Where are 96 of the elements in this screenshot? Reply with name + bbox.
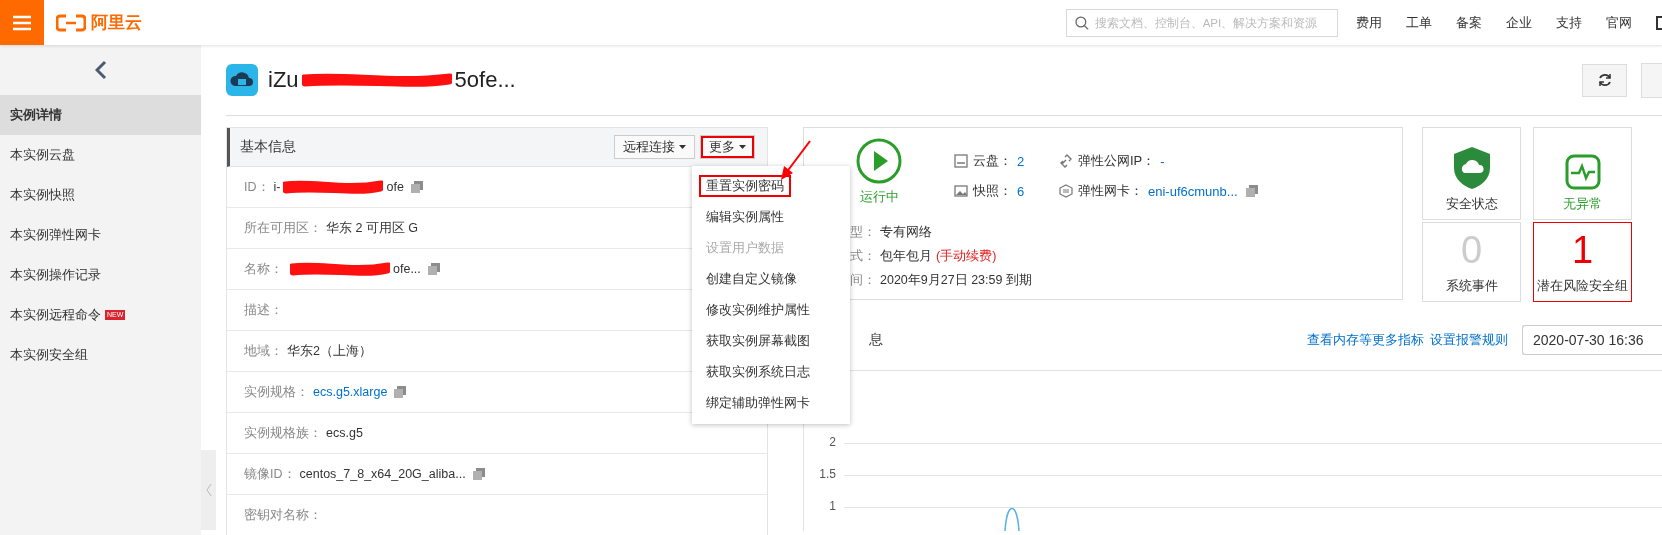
- field-label: 型：: [850, 224, 876, 241]
- status-text: 运行中: [859, 188, 899, 206]
- count-value: 1: [1571, 228, 1594, 272]
- date-field[interactable]: 2020-07-30 16:36: [1522, 325, 1662, 355]
- status-tile[interactable]: 安全状态: [1422, 127, 1521, 220]
- copy-icon[interactable]: [427, 263, 440, 275]
- refresh-icon: [1597, 73, 1612, 87]
- pulse-icon: [1564, 154, 1601, 190]
- sidebar-item[interactable]: 本实例弹性网卡: [0, 215, 201, 255]
- status-tile[interactable]: 1 潜在风险安全组: [1533, 222, 1632, 302]
- dropdown-button[interactable]: 更多: [700, 135, 755, 159]
- renewal-note: (手动续费): [936, 248, 997, 265]
- nav-link[interactable]: 备案: [1456, 13, 1506, 32]
- text-link[interactable]: 设置报警规则: [1430, 331, 1508, 349]
- menu-item[interactable]: 绑定辅助弹性网卡: [692, 388, 850, 419]
- back-icon[interactable]: [94, 60, 107, 80]
- text-link[interactable]: 查看内存等更多指标: [1307, 331, 1424, 349]
- dropdown-button[interactable]: 远程连接: [614, 135, 695, 159]
- field-label: 地域：: [244, 342, 283, 360]
- nav-link[interactable]: 工单: [1406, 13, 1456, 32]
- cloud-server-icon: [226, 64, 258, 96]
- field-value: 专有网络: [880, 224, 932, 241]
- stat-value[interactable]: 6: [1017, 183, 1025, 199]
- field-value: 包年包月: [880, 248, 932, 265]
- stat-value[interactable]: eni-uf6cmunb...: [1148, 183, 1238, 199]
- field-label: ID：: [244, 178, 270, 196]
- field-label: 间：: [850, 272, 876, 289]
- sidebar-item[interactable]: 本实例操作记录: [0, 255, 201, 295]
- search-field[interactable]: 搜索文档、控制台、API、解决方案和资源: [1066, 8, 1338, 37]
- tile-label: 潜在风险安全组: [1537, 278, 1628, 295]
- section-title: 基本信息: [240, 138, 296, 156]
- caret-icon: [679, 145, 686, 149]
- chevron-left-icon: [205, 483, 212, 497]
- nav-link[interactable]: 官网: [1606, 13, 1656, 32]
- sidebar-item[interactable]: 本实例云盘: [0, 135, 201, 175]
- tile-label: 安全状态: [1445, 196, 1498, 213]
- stat-value[interactable]: -: [1160, 153, 1165, 169]
- axis-tick: 1.5: [818, 467, 836, 481]
- collapse-handle[interactable]: [201, 450, 216, 530]
- search-icon: [1075, 15, 1089, 30]
- menu-item[interactable]: 获取实例屏幕截图: [692, 326, 850, 357]
- field-label: 描述：: [244, 301, 283, 319]
- field-label: 式：: [850, 248, 876, 265]
- field-value: 华东2（上海）: [287, 342, 372, 360]
- menu-icon: [13, 14, 31, 31]
- field-value: ofe...: [287, 261, 421, 277]
- logo-icon: [56, 13, 86, 32]
- field-label: 所在可用区：: [244, 219, 322, 237]
- stat-label: 快照：: [973, 182, 1012, 200]
- tile-label: 无异常: [1563, 196, 1602, 213]
- nav-link[interactable]: 支持: [1556, 13, 1606, 32]
- status-tile[interactable]: 无异常: [1533, 127, 1632, 220]
- field-label: 镜像ID：: [244, 465, 296, 483]
- link-icon: [1059, 154, 1073, 168]
- section-title: 息: [869, 331, 883, 349]
- sidebar-item[interactable]: 本实例快照: [0, 175, 201, 215]
- sidebar-item[interactable]: 实例详情: [0, 95, 201, 135]
- stat-value[interactable]: 2: [1017, 153, 1025, 169]
- copy-icon[interactable]: [472, 468, 485, 480]
- field-value: 2020年9月27日 23:59 到期: [880, 272, 1032, 289]
- nav-link[interactable]: 企业: [1506, 13, 1556, 32]
- field-label: 实例规格：: [244, 383, 309, 401]
- stat-label: 弹性公网IP：: [1078, 152, 1156, 170]
- image-icon: [954, 184, 968, 198]
- field-value: i- ofe: [273, 179, 404, 195]
- stat-label: 弹性网卡：: [1078, 182, 1143, 200]
- logo-text: 阿里云: [91, 12, 142, 34]
- nav-link[interactable]: 费用: [1356, 13, 1406, 32]
- annotation-arrow: [780, 139, 812, 181]
- axis-tick: 2: [828, 435, 836, 449]
- menu-item[interactable]: 创建自定义镜像: [692, 264, 850, 295]
- field-value: 华东 2 可用区 G: [326, 219, 419, 237]
- stat-label: 云盘：: [973, 152, 1012, 170]
- copy-icon[interactable]: [394, 386, 407, 398]
- axis-tick: 1: [828, 499, 836, 513]
- menu-button[interactable]: [0, 0, 44, 45]
- shield-icon: [1451, 146, 1492, 190]
- field-label: 密钥对名称：: [244, 506, 322, 524]
- instance-title: iZu 5ofe...: [268, 67, 516, 93]
- play-icon: [856, 138, 902, 184]
- caret-icon: [739, 145, 746, 149]
- spec-link[interactable]: ecs.g5.xlarge: [313, 385, 388, 399]
- menu-item[interactable]: 修改实例维护属性: [692, 295, 850, 326]
- copy-icon[interactable]: [410, 181, 423, 193]
- menu-item[interactable]: 获取实例系统日志: [692, 357, 850, 388]
- menu-item[interactable]: 重置实例密码: [692, 171, 850, 202]
- field-label: 实例规格族：: [244, 424, 322, 442]
- network-icon: [1059, 184, 1073, 198]
- field-value: ecs.g5: [326, 426, 363, 440]
- sidebar-item[interactable]: 本实例安全组: [0, 335, 201, 375]
- menu-item[interactable]: 编辑实例属性: [692, 202, 850, 233]
- tile-label: 系统事件: [1445, 278, 1498, 295]
- field-label: 名称：: [244, 260, 283, 278]
- refresh-button[interactable]: [1582, 63, 1627, 97]
- copy-icon[interactable]: [1245, 185, 1258, 197]
- field-value: centos_7_8_x64_20G_aliba...: [299, 467, 466, 481]
